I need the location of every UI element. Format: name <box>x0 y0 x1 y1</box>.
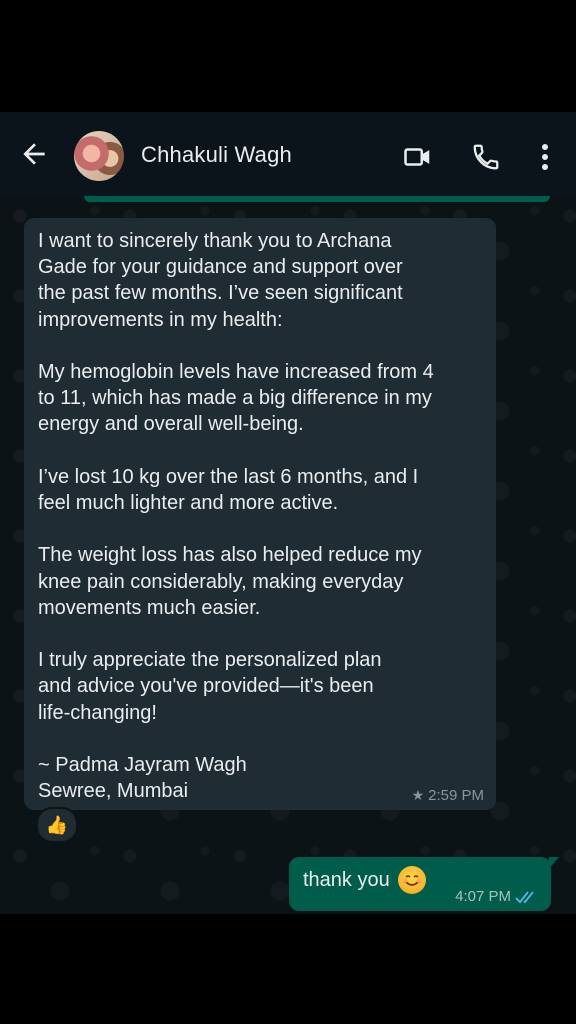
previous-message-bubble[interactable] <box>84 196 550 202</box>
video-call-icon[interactable] <box>403 142 433 172</box>
star-icon: ★ <box>411 787 425 803</box>
outgoing-message-bubble[interactable]: thank you 4:07 PM <box>289 857 559 911</box>
message-meta: ★ 2:59 PM <box>412 787 484 804</box>
chat-area[interactable]: I want to sincerely thank you to Archana… <box>0 196 576 914</box>
contact-name[interactable]: Chhakuli Wagh <box>141 142 292 168</box>
more-vertical-icon[interactable] <box>536 142 554 172</box>
chat-header: Chhakuli Wagh <box>0 112 576 196</box>
reaction-badge[interactable]: 👍 <box>36 807 78 843</box>
thumbs-up-icon: 👍 <box>45 814 69 835</box>
avatar[interactable] <box>74 131 124 181</box>
incoming-message-bubble[interactable]: I want to sincerely thank you to Archana… <box>24 218 496 810</box>
message-text: thank you <box>303 869 390 891</box>
double-check-icon <box>515 890 534 903</box>
phone-icon[interactable] <box>471 142 501 172</box>
message-meta: 4:07 PM <box>455 888 539 905</box>
smiling-face-icon <box>398 865 427 894</box>
arrow-left-icon[interactable] <box>18 138 50 170</box>
status-bar-area <box>0 0 576 112</box>
message-time: 4:07 PM <box>455 888 511 905</box>
message-text: I want to sincerely thank you to Archana… <box>38 230 434 803</box>
navigation-bar-area <box>0 914 576 1024</box>
message-time: 2:59 PM <box>428 787 484 804</box>
